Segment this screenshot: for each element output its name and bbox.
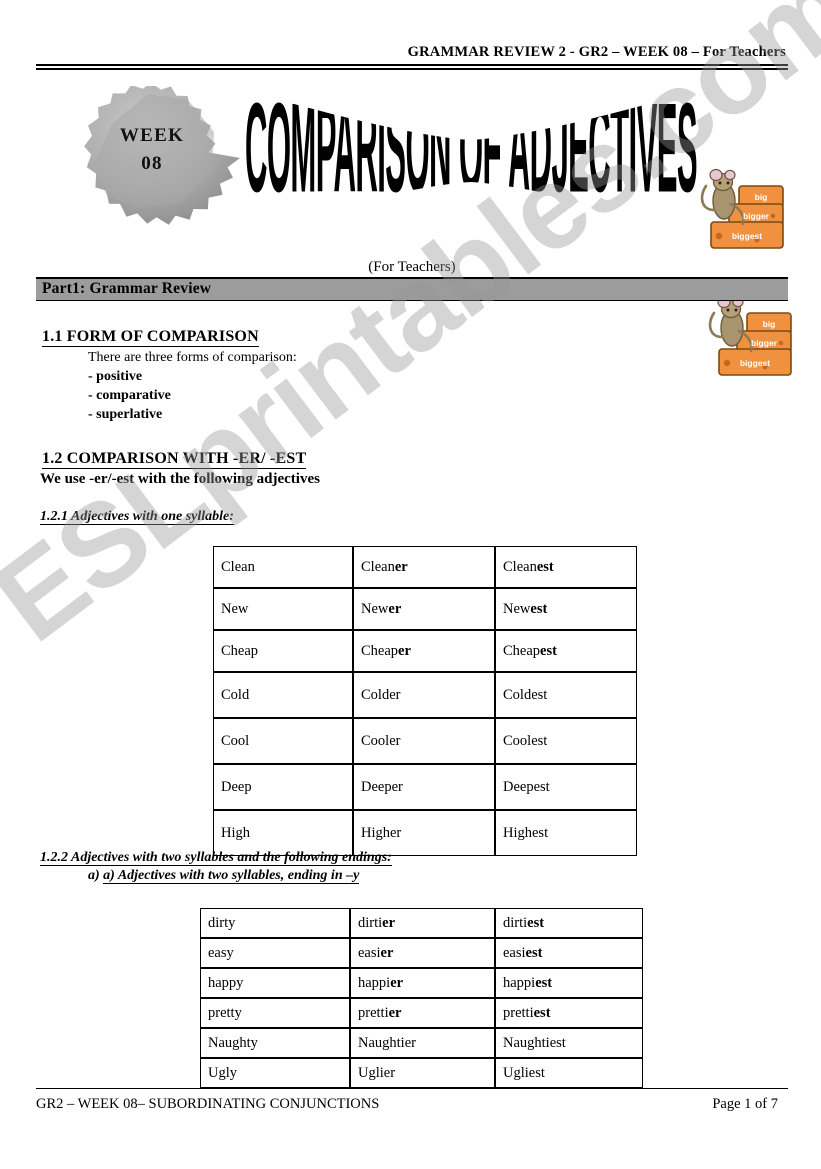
- heading-1-2-2-a-text: a) Adjectives with two syllables, ending…: [103, 868, 360, 884]
- cell-positive: Ugly: [200, 1058, 350, 1088]
- cell-comparative: Uglier: [350, 1058, 495, 1088]
- heading-1-2-text: 1.2 COMPARISON WITH -ER/ -EST: [42, 450, 307, 469]
- cell-positive: Cold: [213, 672, 353, 718]
- table-row: happy happier happiest: [200, 968, 643, 998]
- cell-superlative: Cleanest: [495, 546, 637, 588]
- heading-1-2-1: 1.2.1 Adjectives with one syllable:: [40, 509, 234, 525]
- cell-positive: New: [213, 588, 353, 630]
- svg-text:bigger: bigger: [751, 338, 778, 348]
- running-head-text: GRAMMAR REVIEW 2 - GR2 – WEEK 08 – For T…: [407, 44, 786, 60]
- week-star-badge: WEEK 08: [62, 86, 242, 231]
- form-item-positive: - positive: [88, 369, 143, 384]
- for-teachers-subtitle: (For Teachers): [368, 259, 456, 275]
- cell-comparative: Cooler: [353, 718, 495, 764]
- worksheet-page: GRAMMAR REVIEW 2 - GR2 – WEEK 08 – For T…: [0, 0, 821, 1169]
- cell-comparative: Deeper: [353, 764, 495, 810]
- mouse-cheese-clipart-top: big bigger biggest: [697, 166, 789, 264]
- section-1-1-intro: There are three forms of comparison:: [88, 350, 297, 365]
- cell-positive: Cheap: [213, 630, 353, 672]
- cell-superlative: Newest: [495, 588, 637, 630]
- table-one-syllable-body: Clean Cleaner Cleanest New Newer Newest Cheap C…: [213, 546, 637, 856]
- page-footer: GR2 – WEEK 08– SUBORDINATING CONJUNCTION…: [36, 1088, 788, 1113]
- clipart-label-bigger: bigger: [743, 211, 770, 221]
- heading-1-2-1-text: 1.2.1 Adjectives with one syllable:: [40, 509, 234, 525]
- cell-comparative: easier: [350, 938, 495, 968]
- footer-left-text: GR2 – WEEK 08– SUBORDINATING CONJUNCTION…: [36, 1096, 380, 1112]
- cell-positive: happy: [200, 968, 350, 998]
- table-row: Deep Deeper Deepest: [213, 764, 637, 810]
- heading-1-2-2-a: a) a) Adjectives with two syllables, end…: [88, 868, 360, 884]
- cell-comparative: Cheaper: [353, 630, 495, 672]
- svg-text:big: big: [763, 319, 776, 329]
- cell-superlative: Ugliest: [495, 1058, 643, 1088]
- cell-superlative: Coolest: [495, 718, 637, 764]
- part-banner: Part1: Grammar Review: [36, 277, 788, 301]
- table-row: Cheap Cheaper Cheapest: [213, 630, 637, 672]
- table-row: New Newer Newest: [213, 588, 637, 630]
- cell-comparative: Colder: [353, 672, 495, 718]
- cell-comparative: Newer: [353, 588, 495, 630]
- cell-superlative: easiest: [495, 938, 643, 968]
- table-row: easy easier easiest: [200, 938, 643, 968]
- table-row: Cold Colder Coldest: [213, 672, 637, 718]
- week-badge-line2: 08: [141, 152, 163, 174]
- wordart-title: COMPARISON OF ADJECTIVES: [243, 88, 699, 234]
- clipart-label-big: big: [755, 192, 768, 202]
- cell-superlative: Deepest: [495, 764, 637, 810]
- cell-positive: pretty: [200, 998, 350, 1028]
- mouse-cheese-clipart-side: big bigger biggest: [705, 293, 797, 391]
- cell-positive: dirty: [200, 908, 350, 938]
- cell-comparative: dirtier: [350, 908, 495, 938]
- table-two-syllable-y: dirty dirtier dirtiest easy easier easiest hap…: [200, 908, 643, 1088]
- table-row: Ugly Uglier Ugliest: [200, 1058, 643, 1088]
- cell-superlative: dirtiest: [495, 908, 643, 938]
- title-banner: WEEK 08 COMPARISON OF ADJECTIVES big big…: [0, 80, 821, 249]
- cell-positive: Clean: [213, 546, 353, 588]
- table-row: Cool Cooler Coolest: [213, 718, 637, 764]
- cell-superlative: Naughtiest: [495, 1028, 643, 1058]
- heading-1-1-text: 1.1 FORM OF COMPARISON: [42, 328, 259, 347]
- cell-superlative: Coldest: [495, 672, 637, 718]
- cell-positive: Deep: [213, 764, 353, 810]
- table-row: pretty prettier prettiest: [200, 998, 643, 1028]
- wordart-title-text: COMPARISON OF ADJECTIVES: [245, 88, 697, 219]
- cell-positive: Naughty: [200, 1028, 350, 1058]
- week-badge-label: WEEK 08: [62, 122, 242, 177]
- header-double-rule: [36, 64, 788, 70]
- form-item-comparative: - comparative: [88, 388, 171, 403]
- part-banner-label: Part1: Grammar Review: [42, 280, 212, 297]
- heading-1-2-2-text: 1.2.2 Adjectives with two syllables and …: [40, 850, 392, 866]
- week-badge-line1: WEEK: [119, 125, 185, 146]
- cell-superlative: happiest: [495, 968, 643, 998]
- heading-1-2-2-a-prefix: a): [88, 868, 104, 883]
- cell-comparative: prettier: [350, 998, 495, 1028]
- heading-1-2: 1.2 COMPARISON WITH -ER/ -EST: [42, 450, 307, 469]
- heading-1-2-2: 1.2.2 Adjectives with two syllables and …: [40, 850, 392, 866]
- footer-rule: [36, 1088, 788, 1089]
- table-two-syllable-y-body: dirty dirtier dirtiest easy easier easiest hap…: [200, 908, 643, 1088]
- table-row: dirty dirtier dirtiest: [200, 908, 643, 938]
- svg-text:biggest: biggest: [740, 358, 770, 368]
- clipart-label-biggest: biggest: [732, 231, 762, 241]
- section-1-2-intro: We use -er/-est with the following adjec…: [40, 471, 320, 487]
- table-row: Clean Cleaner Cleanest: [213, 546, 637, 588]
- cell-comparative: happier: [350, 968, 495, 998]
- cell-superlative: Cheapest: [495, 630, 637, 672]
- table-row: Naughty Naughtier Naughtiest: [200, 1028, 643, 1058]
- form-item-superlative: - superlative: [88, 407, 163, 422]
- cell-superlative: prettiest: [495, 998, 643, 1028]
- cell-superlative: Highest: [495, 810, 637, 856]
- heading-1-1: 1.1 FORM OF COMPARISON: [42, 328, 259, 347]
- cell-comparative: Cleaner: [353, 546, 495, 588]
- table-one-syllable: Clean Cleaner Cleanest New Newer Newest Cheap C…: [213, 546, 637, 856]
- cell-comparative: Naughtier: [350, 1028, 495, 1058]
- page-running-head: GRAMMAR REVIEW 2 - GR2 – WEEK 08 – For T…: [36, 44, 788, 70]
- cell-positive: easy: [200, 938, 350, 968]
- footer-page-number: Page 1 of 7: [712, 1096, 778, 1112]
- cell-positive: Cool: [213, 718, 353, 764]
